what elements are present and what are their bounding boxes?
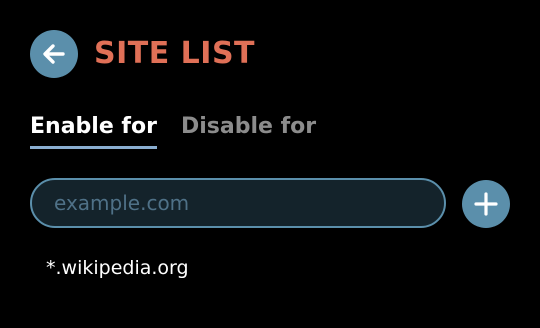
site-list-panel: SITE LIST Enable for Disable for *.wikip… — [0, 0, 540, 328]
tab-disable-for[interactable]: Disable for — [181, 110, 316, 149]
site-list: *.wikipedia.org — [46, 254, 189, 282]
plus-icon — [473, 191, 499, 217]
list-item: *.wikipedia.org — [46, 257, 189, 279]
add-site-button[interactable] — [462, 180, 510, 228]
back-button[interactable] — [30, 30, 78, 78]
tab-bar: Enable for Disable for — [30, 110, 316, 149]
site-input[interactable] — [30, 178, 446, 228]
arrow-left-icon — [41, 41, 67, 67]
tab-enable-for[interactable]: Enable for — [30, 110, 157, 149]
page-title: SITE LIST — [94, 36, 256, 71]
